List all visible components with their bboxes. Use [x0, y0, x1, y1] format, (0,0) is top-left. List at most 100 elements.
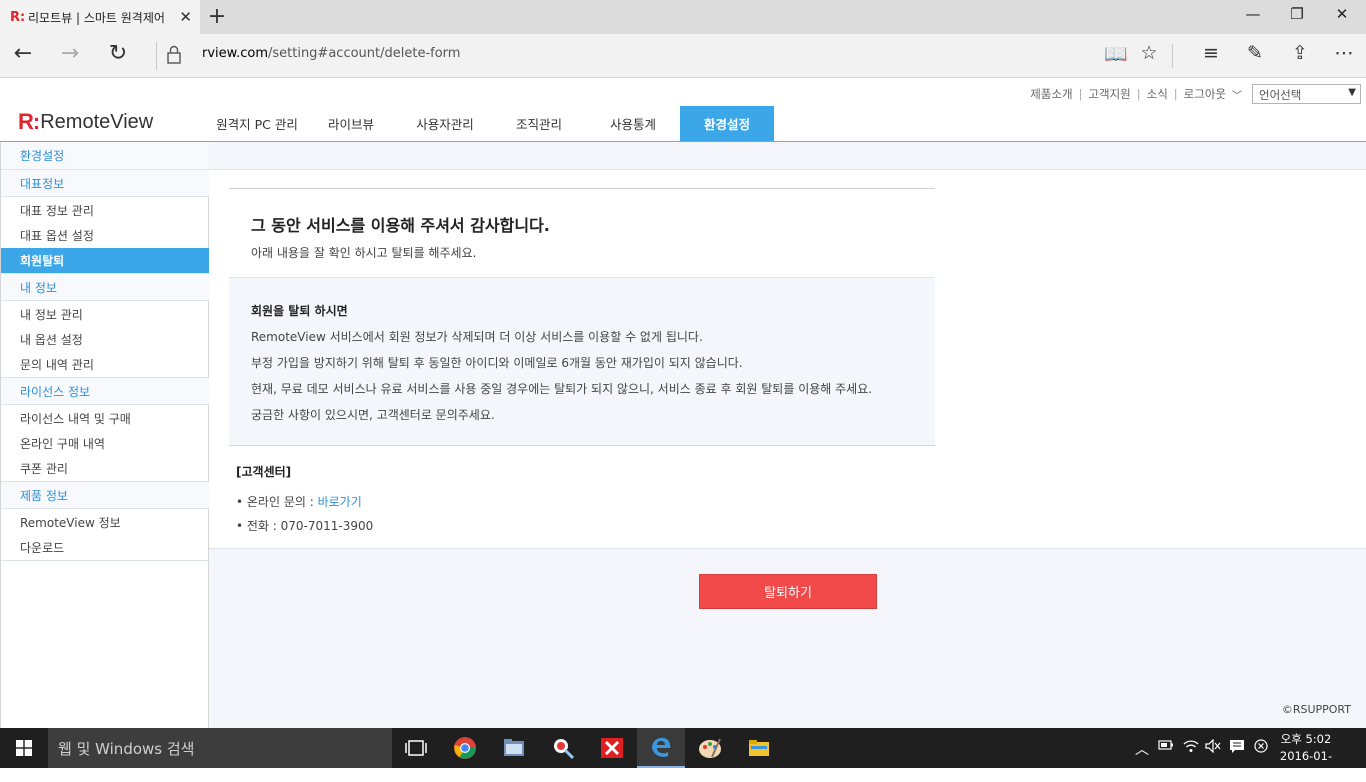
- cs-online-label: • 온라인 문의 :: [236, 495, 318, 509]
- notice-line: 부정 가입을 방지하기 위해 탈퇴 후 동일한 아이디와 이메일로 6개월 동안…: [251, 356, 743, 370]
- utility-link-logout[interactable]: 로그아웃: [1184, 86, 1226, 102]
- copyright: ©RSUPPORT: [1281, 703, 1351, 716]
- sidebar-item-license-purchase[interactable]: 라이선스 내역 및 구매: [1, 406, 209, 431]
- logo-mark: R:: [18, 109, 40, 134]
- sidebar-item-rep-options[interactable]: 대표 옵션 설정: [1, 223, 209, 248]
- windows-taskbar: 웹 및 Windows 검색 ︿ 오후 5:02 2016-01-27: [0, 728, 1366, 780]
- forward-button[interactable]: →: [55, 41, 85, 66]
- utility-sep: |: [1173, 87, 1178, 101]
- tab-close-icon[interactable]: ✕: [179, 8, 192, 26]
- paint-icon[interactable]: [686, 728, 734, 768]
- more-icon[interactable]: ⋯: [1330, 42, 1358, 64]
- rview-favicon-icon: R:: [10, 9, 26, 25]
- refresh-button[interactable]: ↻: [103, 41, 133, 66]
- taskbar-clock[interactable]: 오후 5:02 2016-01-27: [1276, 731, 1336, 782]
- utility-nav: 제품소개 | 고객지원 | 소식 | 로그아웃 ﹀: [1030, 86, 1242, 102]
- cs-online-link[interactable]: 바로가기: [318, 495, 362, 509]
- sidebar-item-inquiries[interactable]: 문의 내역 관리: [1, 352, 209, 377]
- logo-text: RemoteView: [40, 110, 154, 133]
- chevron-down-icon[interactable]: ﹀: [1232, 87, 1242, 102]
- browser-tab-bar: R: 리모트뷰 | 스마트 원격제어 ✕ + — ❐ ✕: [0, 0, 1366, 34]
- address-bar-row: ← → ↻ rview.com/setting#account/delete-f…: [0, 34, 1366, 78]
- cs-phone: • 전화 : 070-7011-3900: [236, 519, 374, 533]
- toolbar-separator: [1172, 44, 1173, 68]
- utility-sep: |: [1078, 87, 1083, 101]
- tray-overflow-chevron-icon[interactable]: ︿: [1135, 739, 1149, 759]
- gnb-organization[interactable]: 조직관리: [492, 106, 586, 141]
- minimize-button[interactable]: —: [1238, 5, 1268, 23]
- sidebar-item-download[interactable]: 다운로드: [1, 535, 209, 560]
- back-button[interactable]: ←: [8, 41, 38, 66]
- sidebar-group-representative[interactable]: 대표정보: [1, 169, 209, 197]
- language-select-value: 언어선택: [1259, 88, 1302, 102]
- utility-link-news[interactable]: 소식: [1147, 86, 1168, 102]
- maximize-button[interactable]: ❐: [1282, 5, 1312, 23]
- page-subtitle: 아래 내용을 잘 확인 하시고 탈퇴를 해주세요.: [251, 246, 477, 260]
- notice-line: RemoteView 서비스에서 회원 정보가 삭제되며 더 이상 서비스를 이…: [251, 330, 703, 344]
- address-separator: [156, 42, 157, 70]
- clock-date: 2016-01-27: [1279, 749, 1333, 780]
- edge-browser-icon[interactable]: [637, 728, 685, 768]
- page-title: 그 동안 서비스를 이용해 주셔서 감사합니다.: [251, 216, 550, 235]
- sidebar-item-my-info[interactable]: 내 정보 관리: [1, 302, 209, 327]
- close-window-button[interactable]: ✕: [1327, 5, 1357, 23]
- volume-muted-icon[interactable]: [1205, 738, 1221, 757]
- sidebar-item-coupons[interactable]: 쿠폰 관리: [1, 456, 209, 481]
- folder-icon[interactable]: [735, 728, 783, 768]
- snipping-tool-icon[interactable]: [539, 728, 587, 768]
- utility-link-products[interactable]: 제품소개: [1030, 86, 1072, 102]
- share-icon[interactable]: ⇪: [1286, 42, 1314, 64]
- windows-logo-icon: [16, 740, 32, 756]
- notice-line: 현재, 무료 데모 서비스나 유료 서비스를 사용 중일 경우에는 탈퇴가 되지…: [251, 382, 873, 396]
- url-field[interactable]: rview.com/setting#account/delete-form: [202, 46, 460, 61]
- gnb-remote-pc[interactable]: 원격지 PC 관리: [210, 106, 304, 141]
- favorite-star-icon[interactable]: ☆: [1135, 42, 1163, 64]
- chrome-icon[interactable]: [441, 728, 489, 768]
- url-host: rview.com: [202, 46, 268, 61]
- new-tab-button[interactable]: +: [206, 4, 228, 29]
- customer-center-title: [고객센터]: [236, 465, 292, 479]
- withdraw-button[interactable]: 탈퇴하기: [699, 574, 877, 609]
- sidebar-group-product[interactable]: 제품 정보: [1, 481, 209, 509]
- sidebar-bottom-line: [1, 560, 209, 561]
- browser-tab[interactable]: R: 리모트뷰 | 스마트 원격제어 ✕: [0, 0, 200, 34]
- notice-title: 회원을 탈퇴 하시면: [251, 304, 348, 318]
- web-note-icon[interactable]: ✎: [1241, 42, 1269, 64]
- url-path: /setting#account/delete-form: [267, 46, 461, 61]
- language-select[interactable]: 언어선택 ▼: [1252, 84, 1361, 104]
- content-top-divider: [229, 188, 935, 189]
- sidebar-item-rep-info[interactable]: 대표 정보 관리: [1, 198, 209, 223]
- notice-line: 궁금한 사항이 있으시면, 고객센터로 문의주세요.: [251, 408, 495, 422]
- sidebar-title[interactable]: 환경설정: [1, 142, 209, 170]
- sidebar-item-withdraw[interactable]: 회원탈퇴: [1, 248, 209, 273]
- remoteview-logo[interactable]: R: RemoteView: [18, 109, 153, 135]
- sidebar-group-license[interactable]: 라이선스 정보: [1, 377, 209, 405]
- action-center-icon[interactable]: [1229, 739, 1245, 758]
- lock-icon: [167, 45, 181, 64]
- utility-sep: |: [1136, 87, 1141, 101]
- taskbar-search-input[interactable]: 웹 및 Windows 검색: [48, 728, 392, 768]
- clock-time: 오후 5:02: [1280, 732, 1332, 746]
- cs-online-inquiry: • 온라인 문의 : 바로가기: [236, 493, 362, 510]
- task-view-icon[interactable]: [392, 728, 440, 768]
- select-arrow-icon: ▼: [1348, 87, 1356, 98]
- reading-view-icon[interactable]: 📖: [1102, 42, 1130, 65]
- input-indicator-icon[interactable]: [1254, 739, 1268, 757]
- battery-icon[interactable]: [1158, 739, 1174, 755]
- gnb-settings[interactable]: 환경설정: [680, 106, 774, 141]
- file-manager-icon[interactable]: [490, 728, 538, 768]
- sidebar-group-my-info[interactable]: 내 정보: [1, 273, 209, 301]
- gnb-liveview[interactable]: 라이브뷰: [304, 106, 398, 141]
- wifi-icon[interactable]: [1183, 739, 1199, 757]
- tab-title: 리모트뷰 | 스마트 원격제어: [28, 10, 165, 25]
- start-button[interactable]: [0, 728, 48, 768]
- main-navigation: 원격지 PC 관리 라이브뷰 사용자관리 조직관리 사용통계 환경설정: [210, 106, 774, 141]
- sidebar-item-product-info[interactable]: RemoteView 정보: [1, 510, 209, 535]
- gnb-users[interactable]: 사용자관리: [398, 106, 492, 141]
- gnb-statistics[interactable]: 사용통계: [586, 106, 680, 141]
- utility-link-support[interactable]: 고객지원: [1088, 86, 1130, 102]
- sidebar-item-online-orders[interactable]: 온라인 구매 내역: [1, 431, 209, 456]
- hub-icon[interactable]: ≡: [1197, 42, 1225, 64]
- sidebar-item-my-options[interactable]: 내 옵션 설정: [1, 327, 209, 352]
- remote-app-icon[interactable]: [588, 728, 636, 768]
